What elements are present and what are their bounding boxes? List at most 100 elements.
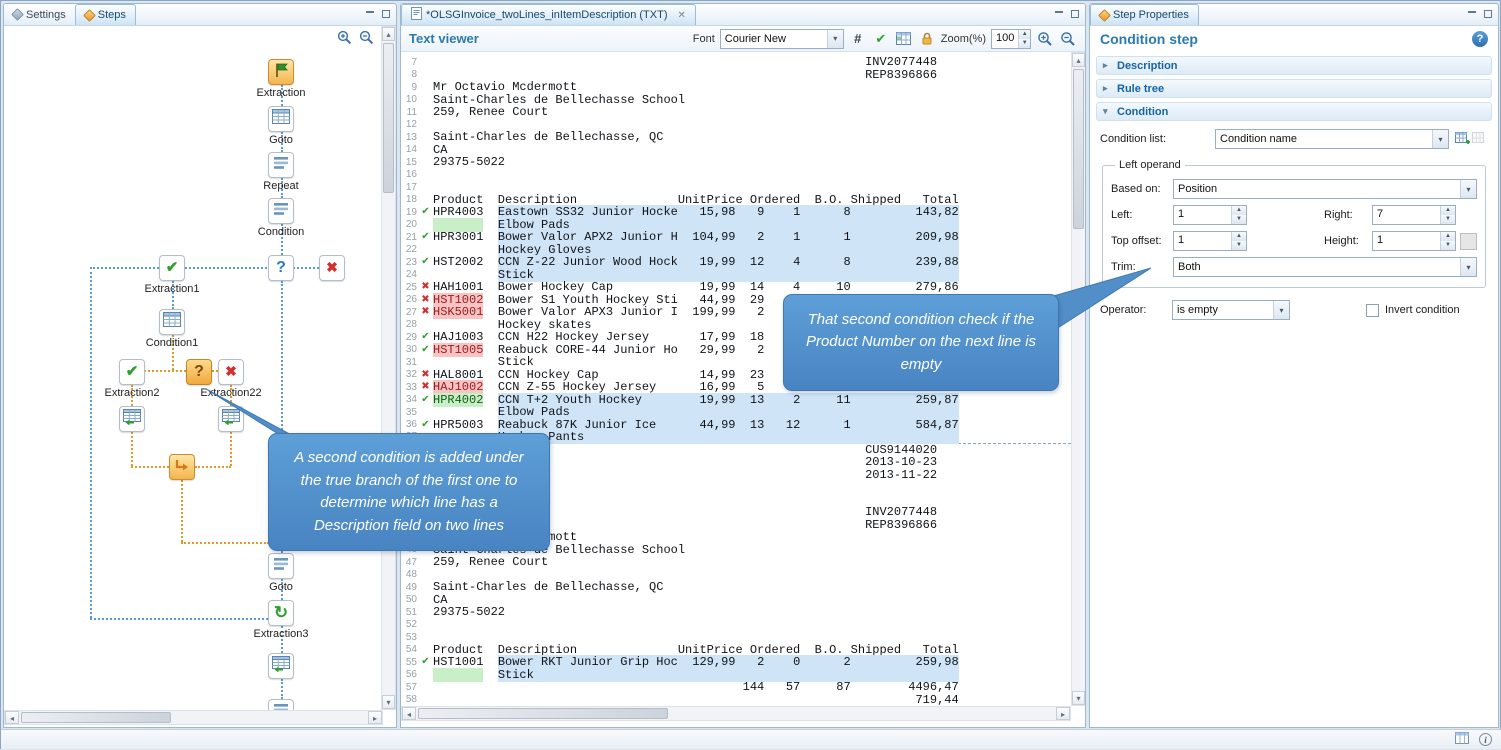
scroll-right-icon[interactable]: ▸ <box>1056 707 1070 720</box>
scroll-right-icon[interactable]: ▸ <box>368 711 382 724</box>
workflow-step-extraction22[interactable]: ✖ <box>218 359 244 385</box>
section-rule-tree[interactable]: ▸ Rule tree <box>1096 79 1492 98</box>
text-line-9[interactable]: 9Mr Octavio Mcdermott <box>403 81 1071 94</box>
zoom-out-icon[interactable] <box>1059 30 1077 48</box>
spin-up-icon[interactable]: ▲ <box>1232 232 1246 241</box>
lock-icon[interactable] <box>918 30 936 48</box>
text-line-19[interactable]: 19✔HPR4003 Eastown SS32 Junior Hocke 15,… <box>403 206 1071 219</box>
scrollbar-thumb[interactable] <box>418 708 668 719</box>
window-table-icon[interactable] <box>1455 731 1469 749</box>
workflow-step-goto[interactable] <box>268 106 294 132</box>
workflow-step-extraction-table-icon[interactable] <box>268 653 294 679</box>
scroll-left-icon[interactable]: ◂ <box>402 707 416 720</box>
workflow-step-extraction3[interactable]: ↻ <box>268 600 294 626</box>
scrollbar-thumb[interactable] <box>383 43 394 193</box>
text-line-58[interactable]: 58 719,44 <box>403 694 1071 707</box>
minimize-icon[interactable] <box>1467 9 1477 19</box>
left-horizontal-scrollbar[interactable]: ◂ ▸ <box>4 710 383 725</box>
height-spinner[interactable]: 1▲▼ <box>1372 231 1456 251</box>
text-line-55[interactable]: 55✔HST1001 Bower RKT Junior Grip Hoc 129… <box>403 656 1071 669</box>
text-line-15[interactable]: 1529375-5022 <box>403 156 1071 169</box>
text-line-13[interactable]: 13Saint-Charles de Bellechasse, QC <box>403 131 1071 144</box>
text-line-23[interactable]: 23✔HST2002 CCN Z-22 Junior Wood Hock 19,… <box>403 256 1071 269</box>
workflow-step-condition-question-selected-icon[interactable]: ? <box>186 359 212 385</box>
zoom-out-icon[interactable] <box>359 30 374 50</box>
spin-down-icon[interactable]: ▼ <box>1019 39 1030 48</box>
close-icon[interactable]: ✕ <box>677 10 685 21</box>
scrollbar-thumb[interactable] <box>1073 69 1084 229</box>
text-line-49[interactable]: 49Saint-Charles de Bellechasse, QC <box>403 581 1071 594</box>
workflow-step-extraction1[interactable]: ✔ <box>159 255 185 281</box>
text-line-7[interactable]: 7 INV2077448 <box>403 56 1071 69</box>
info-icon[interactable]: i <box>1479 733 1492 746</box>
section-condition[interactable]: ▾ Condition <box>1096 102 1492 121</box>
add-condition-icon[interactable] <box>1454 131 1471 148</box>
font-combo[interactable]: Courier New▾ <box>720 29 844 49</box>
workflow-step-lines-icon[interactable] <box>268 699 294 710</box>
workflow-step-goto[interactable] <box>268 553 294 579</box>
left-vertical-scrollbar[interactable]: ▴ ▾ <box>381 26 396 710</box>
zoom-in-icon[interactable] <box>1036 30 1054 48</box>
tab-settings[interactable]: Settings <box>4 4 75 25</box>
text-line-51[interactable]: 5129375-5022 <box>403 606 1071 619</box>
spin-up-icon[interactable]: ▲ <box>1441 206 1455 215</box>
spin-up-icon[interactable]: ▲ <box>1232 206 1246 215</box>
chevron-right-icon: ▸ <box>1103 60 1111 71</box>
minimize-icon[interactable] <box>365 9 375 19</box>
scroll-left-icon[interactable]: ◂ <box>5 711 19 724</box>
spin-down-icon[interactable]: ▼ <box>1441 241 1455 250</box>
invert-condition-checkbox[interactable] <box>1366 304 1379 317</box>
fields-table-icon[interactable] <box>895 30 913 48</box>
text-line-53[interactable]: 53 <box>403 631 1071 644</box>
workflow-step-extraction2[interactable]: ✔ <box>119 359 145 385</box>
text-line-35[interactable]: 35 Elbow Pads <box>403 406 1071 419</box>
based-on-combo[interactable]: Position▾ <box>1173 179 1477 199</box>
scroll-up-icon[interactable]: ▴ <box>1072 53 1085 67</box>
help-icon[interactable]: ? <box>1472 31 1488 47</box>
spin-down-icon[interactable]: ▼ <box>1232 215 1246 224</box>
maximize-icon[interactable] <box>1483 9 1493 19</box>
scrollbar-thumb[interactable] <box>21 712 171 723</box>
left-spinner[interactable]: 1▲▼ <box>1173 205 1247 225</box>
scroll-down-icon[interactable]: ▾ <box>382 695 395 709</box>
workflow-step-goto-icon[interactable] <box>169 454 195 480</box>
scroll-down-icon[interactable]: ▾ <box>1072 691 1085 705</box>
center-vertical-scrollbar[interactable]: ▴ ▾ <box>1071 52 1086 706</box>
spin-down-icon[interactable]: ▼ <box>1441 215 1455 224</box>
hash-icon[interactable]: # <box>849 30 867 48</box>
workflow-step-condition-question-icon[interactable]: ? <box>268 255 294 281</box>
spin-down-icon[interactable]: ▼ <box>1232 241 1246 250</box>
spin-up-icon[interactable]: ▲ <box>1441 232 1455 241</box>
workflow-step-condition-false-icon[interactable]: ✖ <box>319 255 345 281</box>
section-description[interactable]: ▸ Description <box>1096 56 1492 75</box>
workflow-step-extraction-table-icon[interactable] <box>218 406 244 432</box>
scroll-up-icon[interactable]: ▴ <box>382 27 395 41</box>
workflow-step-extraction[interactable] <box>268 59 294 85</box>
minimize-icon[interactable] <box>1054 9 1064 19</box>
right-spinner[interactable]: 7▲▼ <box>1372 205 1456 225</box>
trim-combo[interactable]: Both▾ <box>1173 257 1477 277</box>
operator-combo[interactable]: is empty▾ <box>1172 300 1290 320</box>
tab-steps[interactable]: Steps <box>75 4 136 25</box>
maximize-icon[interactable] <box>381 9 391 19</box>
spin-up-icon[interactable]: ▲ <box>1019 30 1030 39</box>
workflow-step-condition[interactable] <box>268 198 294 224</box>
text-line-11[interactable]: 11259, Renee Court <box>403 106 1071 119</box>
text-line-21[interactable]: 21✔HPR3001 Bower Valor APX2 Junior H 104… <box>403 231 1071 244</box>
text-viewer-toolbar: Text viewer Font Courier New▾ # ✔ Zoom(%… <box>401 26 1085 52</box>
check-icon[interactable]: ✔ <box>872 30 890 48</box>
zoom-spinner[interactable]: 100 ▲▼ <box>991 29 1031 49</box>
text-line-17[interactable]: 17 <box>403 181 1071 194</box>
condition-list-combo[interactable]: Condition name▾ <box>1215 129 1449 149</box>
workflow-step-condition1[interactable] <box>159 309 185 335</box>
text-line-47[interactable]: 47259, Renee Court <box>403 556 1071 569</box>
tab-step-properties[interactable]: Step Properties <box>1090 4 1199 25</box>
editor-tab[interactable]: *OLSGInvoice_twoLines_inItemDescription … <box>401 4 696 25</box>
maximize-icon[interactable] <box>1070 9 1080 19</box>
top-offset-spinner[interactable]: 1▲▼ <box>1173 231 1247 251</box>
workflow-step-extraction-table-icon[interactable] <box>119 406 145 432</box>
zoom-in-icon[interactable] <box>337 30 352 50</box>
workflow-step-repeat[interactable] <box>268 152 294 178</box>
text-line-57[interactable]: 57 144 57 87 4496,47 <box>403 681 1071 694</box>
center-horizontal-scrollbar[interactable]: ◂ ▸ <box>401 706 1071 721</box>
